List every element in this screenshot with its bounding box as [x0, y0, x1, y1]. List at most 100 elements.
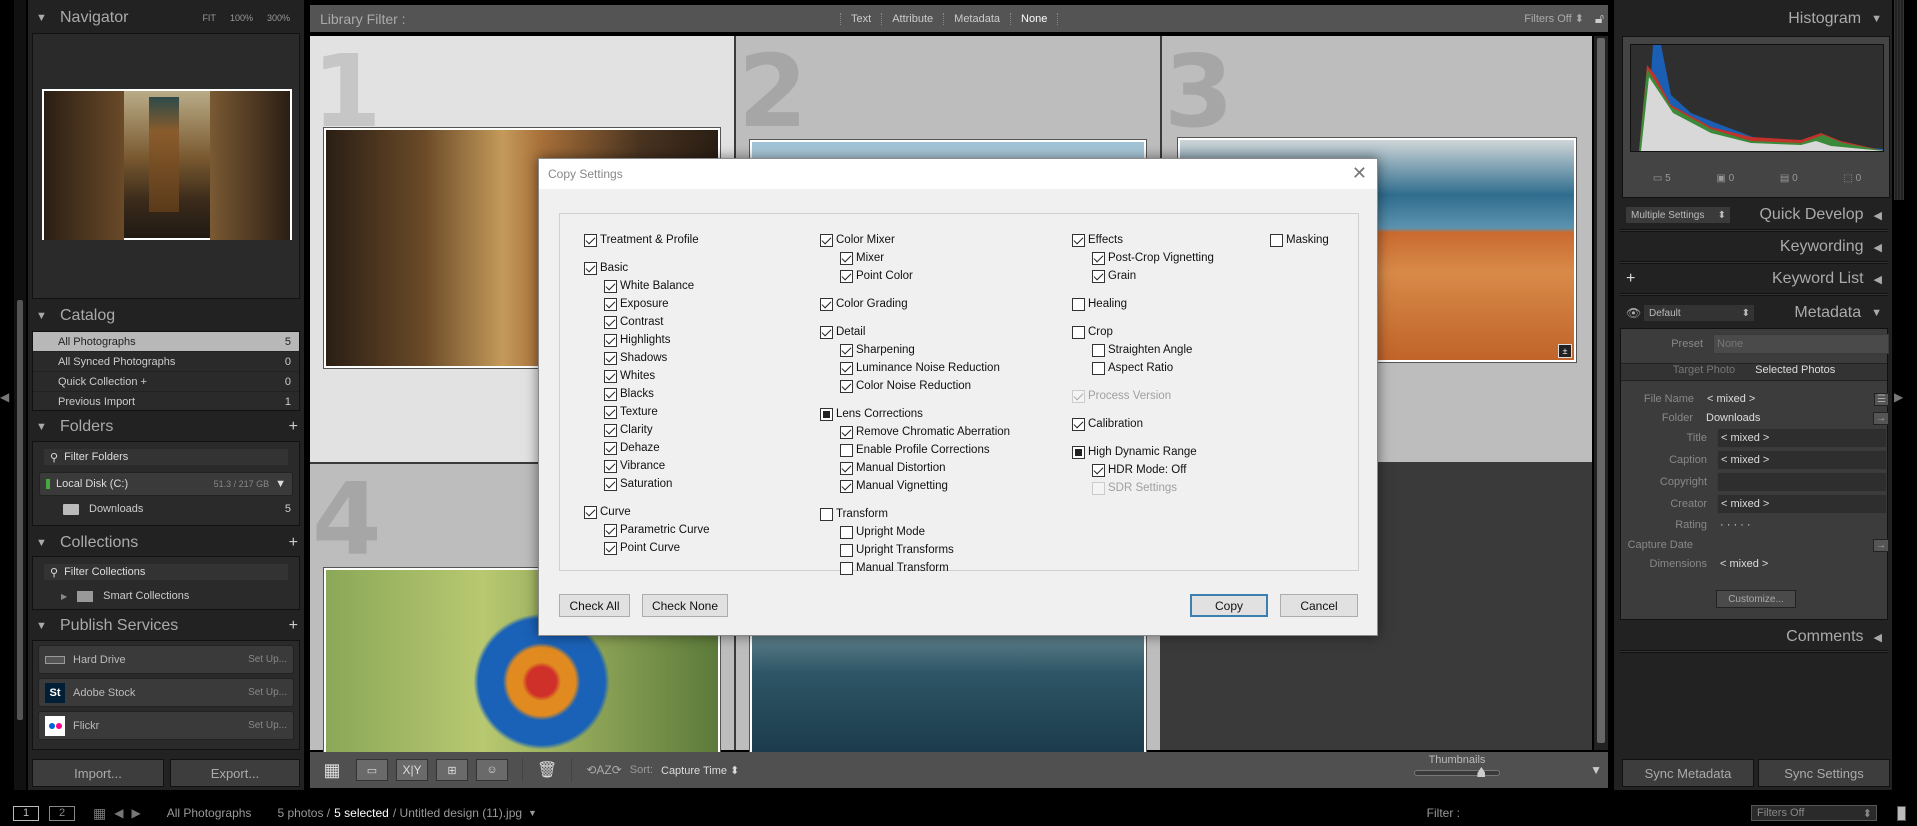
- sort-select[interactable]: Capture Time ⬍: [661, 764, 739, 777]
- checkbox-box[interactable]: [1072, 325, 1085, 339]
- checkbox-box[interactable]: [1092, 361, 1105, 375]
- add-collection-icon[interactable]: +: [289, 534, 298, 552]
- checkbox-highlights[interactable]: Highlights: [604, 332, 671, 348]
- checkbox-box[interactable]: [584, 233, 597, 247]
- checkbox-contrast[interactable]: Contrast: [604, 314, 663, 330]
- checkbox-box[interactable]: [840, 443, 853, 457]
- checkbox-manual-distortion[interactable]: Manual Distortion: [840, 460, 945, 476]
- filter-tab-metadata[interactable]: Metadata: [943, 12, 1010, 25]
- checkbox-basic[interactable]: Basic: [584, 260, 628, 276]
- catalog-item[interactable]: Previous Import 1: [33, 392, 299, 412]
- checkbox-box[interactable]: [840, 269, 853, 283]
- thumbnail-size-slider[interactable]: [1414, 767, 1500, 777]
- filter-tab-none[interactable]: None: [1010, 12, 1059, 25]
- checkbox-box[interactable]: [604, 279, 617, 293]
- left-panel-scroll-thumb[interactable]: [17, 300, 23, 720]
- checkbox-shadows[interactable]: Shadows: [604, 350, 667, 366]
- check-all-button[interactable]: Check All: [559, 594, 630, 617]
- checkbox-box[interactable]: [840, 461, 853, 475]
- publish-service-hard-drive[interactable]: Hard Drive Set Up...: [38, 645, 294, 674]
- filter-lock-toggle[interactable]: [1897, 805, 1906, 821]
- checkbox-transform[interactable]: Transform: [820, 506, 888, 522]
- checkbox-healing[interactable]: Healing: [1072, 296, 1127, 312]
- keywording-header[interactable]: Keywording ◀: [1612, 234, 1882, 260]
- tab-selected-photos[interactable]: Selected Photos: [1755, 364, 1835, 380]
- checkbox-exposure[interactable]: Exposure: [604, 296, 669, 312]
- publish-service-adobe-stock[interactable]: St Adobe Stock Set Up...: [38, 678, 294, 707]
- catalog-item[interactable]: All Synced Photographs 0: [33, 352, 299, 372]
- zoom-fit[interactable]: FIT: [202, 13, 216, 23]
- volume-local-disk[interactable]: Local Disk (C:) 51.3 / 217 GB ▼: [39, 472, 293, 496]
- histogram-header[interactable]: Histogram ▼: [1612, 6, 1882, 32]
- collapse-left-panel-icon[interactable]: ◀: [0, 390, 9, 404]
- add-keyword-icon[interactable]: +: [1626, 270, 1635, 288]
- add-publish-service-icon[interactable]: +: [289, 617, 298, 635]
- checkbox-box[interactable]: [604, 441, 617, 455]
- checkbox-box[interactable]: [840, 479, 853, 493]
- checkbox-post-crop-vignetting[interactable]: Post-Crop Vignetting: [1092, 250, 1214, 266]
- checkbox-parametric-curve[interactable]: Parametric Curve: [604, 522, 709, 538]
- publish-service-flickr[interactable]: Flickr Set Up...: [38, 711, 294, 740]
- catalog-header[interactable]: ▼ Catalog: [28, 302, 304, 330]
- checkbox-color-grading[interactable]: Color Grading: [820, 296, 908, 312]
- metadata-view-select[interactable]: Default ⬍: [1644, 305, 1754, 321]
- checkbox-box[interactable]: [840, 425, 853, 439]
- keyword-list-header[interactable]: + Keyword List ◀: [1612, 266, 1882, 292]
- checkbox-box[interactable]: [604, 369, 617, 383]
- checkbox-box[interactable]: [584, 261, 597, 275]
- checkbox-point-curve[interactable]: Point Curve: [604, 540, 680, 556]
- lock-icon[interactable]: 🔓︎: [1595, 10, 1604, 27]
- people-view-icon[interactable]: ☺: [476, 759, 508, 781]
- main-window-button[interactable]: 1: [13, 805, 39, 821]
- left-panel-scrollbar[interactable]: [14, 0, 26, 790]
- checkbox-box[interactable]: [820, 407, 833, 421]
- checkbox-box[interactable]: [604, 297, 617, 311]
- go-to-folder-icon[interactable]: →: [1873, 411, 1889, 425]
- checkbox-box[interactable]: [1072, 417, 1085, 431]
- checkbox-box[interactable]: [604, 523, 617, 537]
- checkbox-box[interactable]: [840, 251, 853, 265]
- checkbox-detail[interactable]: Detail: [820, 324, 865, 340]
- catalog-item[interactable]: Quick Collection +0: [33, 372, 299, 392]
- checkbox-white-balance[interactable]: White Balance: [604, 278, 694, 294]
- checkbox-hdr-mode-off[interactable]: HDR Mode: Off: [1092, 462, 1186, 478]
- thumbnail-slider-handle[interactable]: [1477, 767, 1486, 777]
- checkbox-box[interactable]: [840, 343, 853, 357]
- checkbox-texture[interactable]: Texture: [604, 404, 658, 420]
- publish-services-header[interactable]: ▼ Publish Services +: [28, 612, 304, 640]
- checkbox-box[interactable]: [1072, 297, 1085, 311]
- checkbox-box[interactable]: [840, 561, 853, 575]
- export-button[interactable]: Export...: [170, 759, 300, 787]
- checkbox-mixer[interactable]: Mixer: [840, 250, 884, 266]
- customize-button[interactable]: Customize...: [1716, 590, 1796, 608]
- sync-metadata-button[interactable]: Sync Metadata: [1622, 759, 1754, 787]
- title-field[interactable]: < mixed >: [1717, 428, 1887, 448]
- checkbox-enable-profile-corrections[interactable]: Enable Profile Corrections: [840, 442, 990, 458]
- checkbox-box[interactable]: [1092, 463, 1105, 477]
- zoom-100[interactable]: 100%: [230, 13, 253, 23]
- checkbox-curve[interactable]: Curve: [584, 504, 631, 520]
- checkbox-crop[interactable]: Crop: [1072, 324, 1113, 340]
- checkbox-point-color[interactable]: Point Color: [840, 268, 913, 284]
- checkbox-manual-transform[interactable]: Manual Transform: [840, 560, 949, 576]
- comments-header[interactable]: Comments ◀: [1612, 624, 1882, 650]
- loupe-view-icon[interactable]: ▭: [356, 759, 388, 781]
- checkbox-box[interactable]: [604, 315, 617, 329]
- collections-header[interactable]: ▼ Collections +: [28, 529, 304, 557]
- filter-collections-input[interactable]: ⚲ Filter Collections: [43, 563, 289, 581]
- checkbox-box[interactable]: [840, 361, 853, 375]
- collapse-right-panel-icon[interactable]: ▶: [1894, 390, 1903, 404]
- right-panel-scrollbar[interactable]: [1894, 0, 1904, 200]
- filmstrip-filter-select[interactable]: Filters Off ⬍: [1751, 805, 1877, 821]
- checkbox-box[interactable]: [604, 477, 617, 491]
- copy-button[interactable]: Copy: [1190, 594, 1268, 617]
- checkbox-box[interactable]: [840, 379, 853, 393]
- painter-spray-can-icon[interactable]: 🗑︎: [537, 760, 557, 780]
- rating-stars[interactable]: · · · · ·: [1717, 515, 1887, 535]
- check-none-button[interactable]: Check None: [642, 594, 728, 617]
- checkbox-sharpening[interactable]: Sharpening: [840, 342, 915, 358]
- saved-preset-select[interactable]: Multiple Settings ⬍: [1626, 207, 1730, 223]
- grid-scroll-thumb[interactable]: [1597, 38, 1605, 743]
- checkbox-box[interactable]: [604, 333, 617, 347]
- checkbox-straighten-angle[interactable]: Straighten Angle: [1092, 342, 1192, 358]
